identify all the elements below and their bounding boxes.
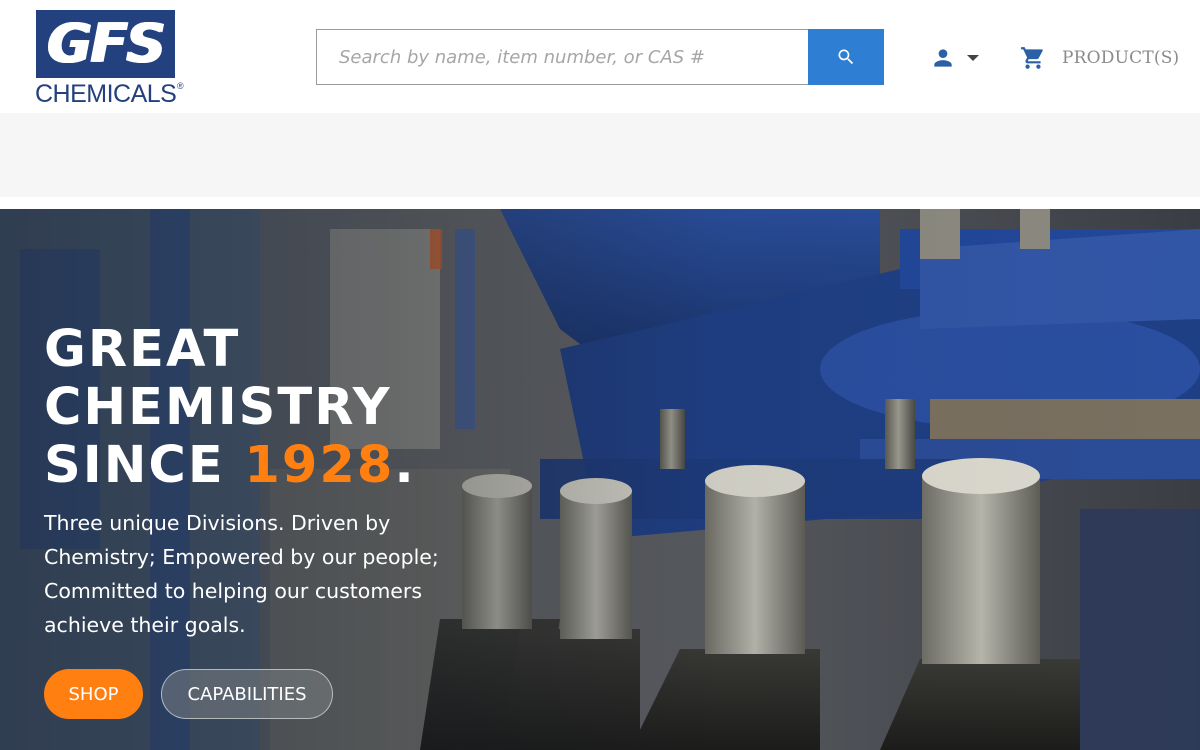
hero-headline: GREAT CHEMISTRY SINCE 1928. <box>44 321 544 495</box>
person-icon <box>934 49 952 67</box>
headline-line-1: GREAT <box>44 320 241 379</box>
navigation-band <box>0 113 1200 197</box>
headline-line-2: CHEMISTRY <box>44 378 392 437</box>
search-input[interactable] <box>316 29 809 85</box>
shopping-cart-icon <box>1021 47 1043 69</box>
search-bar <box>316 29 884 85</box>
site-header: GFS CHEMICALS ® PRODUCT(S) <box>0 0 1200 113</box>
logo-letters: GFS <box>46 12 165 75</box>
registered-mark: ® <box>177 81 184 91</box>
gfs-chemicals-logo[interactable]: GFS CHEMICALS ® <box>35 10 187 108</box>
logo-mark: GFS <box>36 10 175 78</box>
headline-since: SINCE <box>44 436 245 495</box>
account-menu[interactable] <box>930 44 986 72</box>
logo-wordmark: CHEMICALS <box>35 80 177 108</box>
search-button[interactable] <box>808 29 884 85</box>
headline-year: 1928 <box>244 436 395 495</box>
headline-period: . <box>394 436 416 495</box>
capabilities-button[interactable]: CAPABILITIES <box>161 669 333 719</box>
search-icon <box>838 49 854 65</box>
cart-label: PRODUCT(S) <box>1062 48 1180 68</box>
shop-button[interactable]: SHOP <box>44 669 143 719</box>
cart-link[interactable]: PRODUCT(S) <box>1020 43 1179 73</box>
hero-banner: GREAT CHEMISTRY SINCE 1928. Three unique… <box>0 209 1200 750</box>
caret-down-icon <box>967 55 979 61</box>
headline-line-3: SINCE 1928. <box>44 437 544 495</box>
hero-tagline: Three unique Divisions. Driven by Chemis… <box>44 511 439 637</box>
